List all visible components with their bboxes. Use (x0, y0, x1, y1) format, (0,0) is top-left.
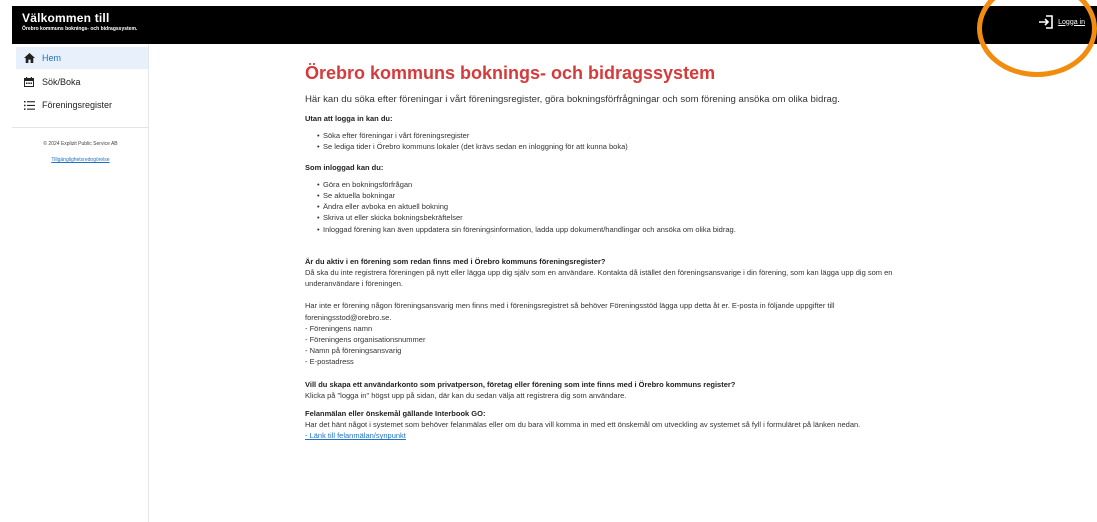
list-item: Se aktuella bokningar (317, 190, 915, 201)
brand-subtitle: Örebro kommuns boknings- och bidragssyst… (22, 26, 138, 32)
sidebar: Hem Sök/Boka Föreningsregister © 2024 Ex… (12, 44, 149, 522)
sidebar-item-label: Hem (42, 53, 62, 63)
header-bar: Välkommen till Örebro kommuns boknings- … (12, 6, 1097, 44)
list-item: Inloggad förening kan även uppdatera sin… (317, 224, 915, 235)
detail-line: - E-postadress (305, 357, 354, 367)
sidebar-item-sok-boka[interactable]: Sök/Boka (16, 71, 148, 93)
active-heading: Är du aktiv i en förening som redan finn… (305, 256, 606, 266)
list-item: Skriva ut eller skicka bokningsbekräftel… (317, 212, 915, 223)
home-icon (16, 53, 42, 63)
list-icon (16, 100, 42, 110)
without-login-heading: Utan att logga in kan du: (305, 114, 393, 123)
no-contact-text: Har inte er förening någon föreningsansv… (305, 301, 835, 322)
without-login-list: Söka efter föreningar i vårt föreningsre… (305, 130, 915, 153)
detail-line: - Föreningens namn (305, 323, 373, 333)
sidebar-item-label: Föreningsregister (42, 100, 113, 110)
report-link[interactable]: - Länk till felanmälan/synpunkt (305, 430, 915, 441)
highlight-circle (977, 0, 1097, 77)
detail-line: - Föreningens organisationsnummer (305, 335, 426, 345)
create-text: Klicka på "logga in" högst upp på sidan,… (305, 390, 627, 400)
privacy-link[interactable]: Tillgänglighetsredogörelse (12, 157, 149, 163)
list-item: Ändra eller avboka en aktuell bokning (317, 201, 915, 212)
sidebar-item-foreningsregister[interactable]: Föreningsregister (16, 94, 148, 116)
list-item: Se lediga tider i Örebro kommuns lokaler… (317, 141, 915, 152)
report-text: Har det hänt något i systemet som behöve… (305, 420, 861, 430)
calendar-icon (16, 77, 42, 87)
copyright-text: © 2024 Explizit Public Service AB (43, 141, 118, 147)
page-title: Örebro kommuns boknings- och bidragssyst… (305, 63, 716, 83)
logged-in-list: Göra en bokningsförfrågan Se aktuella bo… (305, 179, 915, 235)
main-content: Örebro kommuns boknings- och bidragssyst… (305, 62, 915, 442)
sidebar-item-label: Sök/Boka (42, 77, 81, 87)
report-heading: Felanmälan eller önskemål gällande Inter… (305, 409, 486, 419)
detail-line: - Namn på föreningsansvarig (305, 346, 402, 356)
list-item: Söka efter föreningar i vårt föreningsre… (317, 130, 915, 141)
active-text: Då ska du inte registrera föreningen på … (305, 268, 893, 289)
sidebar-item-hem[interactable]: Hem (16, 47, 148, 69)
brand-title: Välkommen till (22, 11, 110, 25)
logged-in-heading: Som inloggad kan du: (305, 162, 384, 172)
create-heading: Vill du skapa ett användarkonto som priv… (305, 379, 736, 389)
list-item: Göra en bokningsförfrågan (317, 179, 915, 190)
sidebar-divider (12, 127, 149, 128)
intro-text: Här kan du söka efter föreningar i vårt … (305, 94, 840, 105)
